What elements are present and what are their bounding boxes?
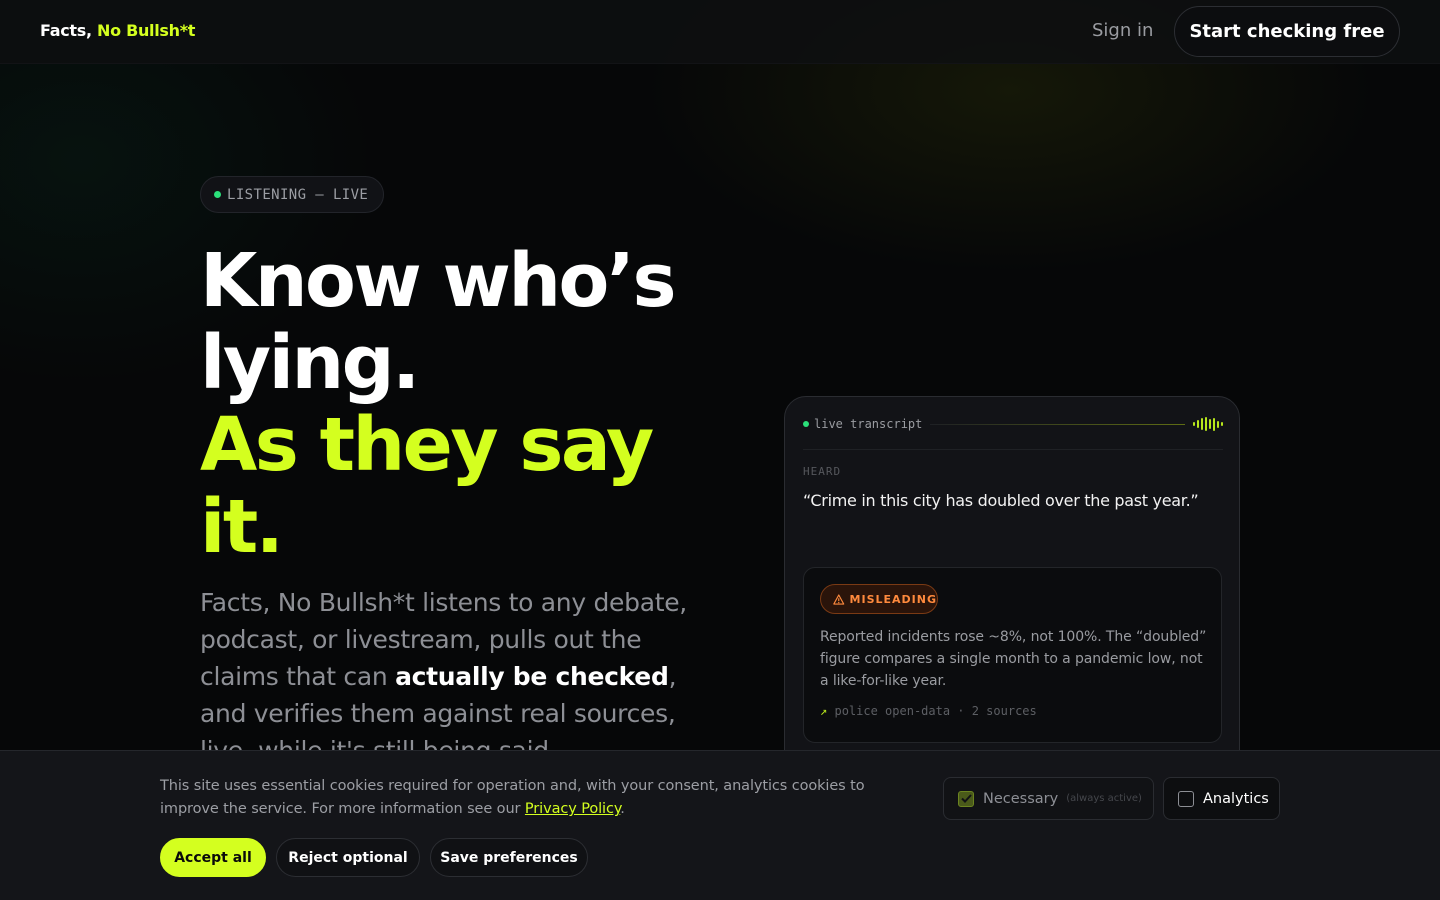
- necessary-cookies-option: Necessary (always active): [943, 777, 1154, 820]
- headline-line-2: lying.: [200, 320, 420, 406]
- card-divider: [803, 449, 1223, 450]
- start-checking-button[interactable]: Start checking free: [1174, 6, 1400, 57]
- status-pill: LISTENING — LIVE: [200, 176, 384, 213]
- heard-label: HEARD: [803, 465, 842, 478]
- headline-line-3: As they say: [200, 402, 654, 488]
- cookie-banner: This site uses essential cookies require…: [0, 750, 1440, 900]
- top-nav: Facts, No Bullsh*t Sign in Start checkin…: [0, 0, 1440, 64]
- logo[interactable]: Facts, No Bullsh*t: [40, 21, 195, 40]
- transcript-progress-line: [930, 423, 1185, 425]
- hero-headline: Know who’s lying. As they say it.: [200, 240, 760, 568]
- verdict-box: MISLEADING Reported incidents rose ~8%, …: [803, 567, 1222, 743]
- analytics-checkbox[interactable]: [1178, 790, 1194, 807]
- privacy-policy-link[interactable]: Privacy Policy: [525, 801, 620, 817]
- sign-in-link[interactable]: Sign in: [1092, 20, 1153, 41]
- heard-quote: “Crime in this city has doubled over the…: [803, 491, 1199, 510]
- checkmark-icon: [960, 794, 972, 803]
- save-preferences-button[interactable]: Save preferences: [430, 838, 588, 877]
- live-dot-icon: [803, 421, 809, 427]
- analytics-cookies-option[interactable]: Analytics: [1163, 777, 1280, 820]
- cookie-text: This site uses essential cookies require…: [160, 775, 920, 821]
- necessary-label: Necessary: [983, 790, 1059, 807]
- transcript-card: live transcript HEARD “Crime in this cit…: [784, 396, 1240, 776]
- transcript-label: live transcript: [814, 417, 923, 431]
- analytics-label: Analytics: [1203, 790, 1269, 807]
- verdict-explanation: Reported incidents rose ~8%, not 100%. T…: [820, 629, 1207, 689]
- badge-label: MISLEADING: [849, 592, 937, 606]
- status-pill-label: LISTENING — LIVE: [227, 186, 369, 203]
- cookie-text-end: .: [620, 801, 625, 817]
- necessary-checkbox: [958, 790, 974, 807]
- headline-line-1: Know who’s: [200, 238, 677, 324]
- desc-emphasis: actually be checked: [395, 662, 669, 691]
- necessary-note: (always active): [1066, 793, 1142, 804]
- headline-line-4: it.: [200, 484, 284, 570]
- external-link-icon: ↗: [820, 704, 828, 718]
- transcript-header: live transcript: [803, 417, 1223, 431]
- verdict-sources[interactable]: ↗ police open-data · 2 sources: [820, 704, 1037, 718]
- misleading-badge: MISLEADING: [820, 584, 938, 614]
- logo-accent: No Bullsh*t: [97, 21, 196, 40]
- accept-all-button[interactable]: Accept all: [160, 838, 266, 877]
- cookie-text-main: This site uses essential cookies require…: [160, 778, 865, 817]
- reject-optional-button[interactable]: Reject optional: [276, 838, 420, 877]
- live-dot-icon: [214, 191, 221, 198]
- warning-icon: [833, 593, 845, 605]
- logo-main: Facts,: [40, 21, 92, 40]
- hero-description: Facts, No Bullsh*t listens to any debate…: [200, 584, 710, 769]
- audio-wave-icon: [1193, 417, 1223, 431]
- sources-label: police open-data · 2 sources: [834, 704, 1037, 718]
